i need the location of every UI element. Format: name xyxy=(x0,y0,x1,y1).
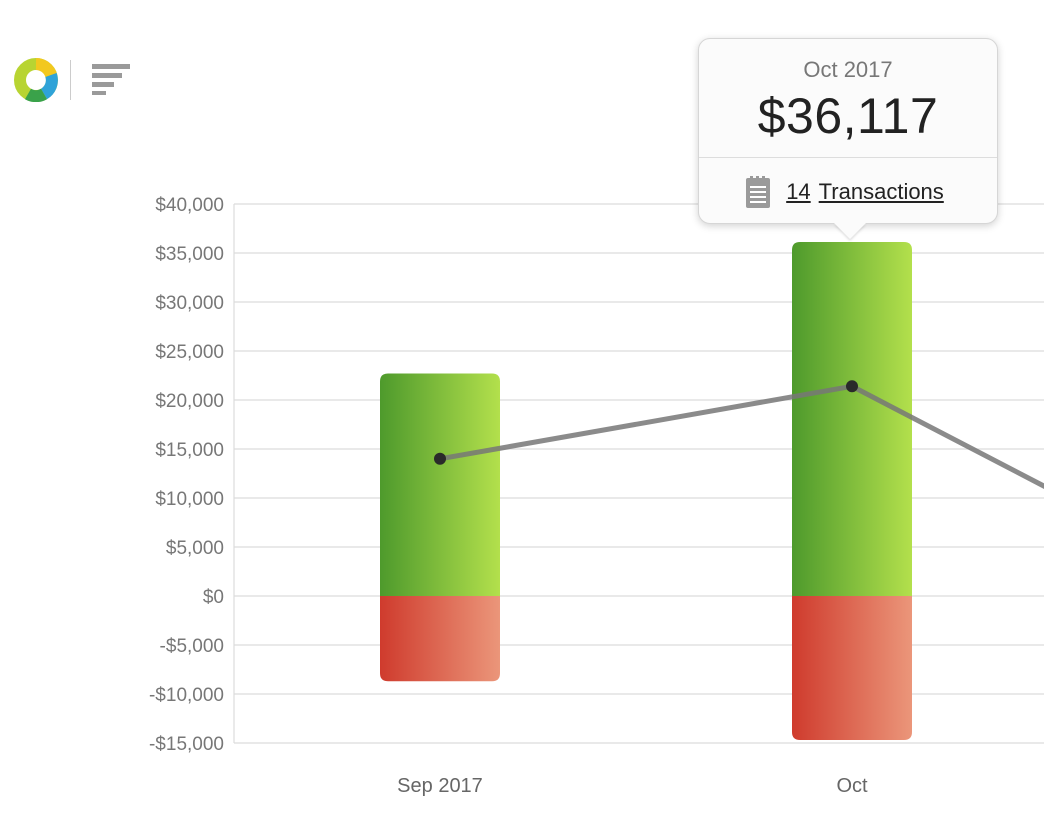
tooltip-divider xyxy=(699,157,997,158)
y-tick-label: $20,000 xyxy=(155,391,224,412)
y-tick-label: $0 xyxy=(203,587,224,608)
transactions-label: Transactions xyxy=(818,179,944,204)
bar-negative[interactable] xyxy=(380,596,500,682)
document-icon xyxy=(746,176,771,208)
y-tick-label: $40,000 xyxy=(155,195,224,216)
y-tick-label: $35,000 xyxy=(155,244,224,265)
tooltip-month: Oct 2017 xyxy=(803,57,893,82)
y-tick-label: $10,000 xyxy=(155,489,224,510)
y-tick-label: $15,000 xyxy=(155,440,224,461)
trend-point[interactable] xyxy=(434,452,446,465)
x-tick-label: Sep 2017 xyxy=(397,775,483,797)
transactions-text[interactable]: 14 Transactions xyxy=(786,179,952,205)
tooltip-arrow xyxy=(834,223,866,239)
y-tick-label: $5,000 xyxy=(166,538,224,559)
trend-line xyxy=(439,383,1044,489)
bar-negative[interactable] xyxy=(792,596,912,741)
x-tick-label: Oct xyxy=(836,775,868,797)
trend-point[interactable] xyxy=(846,380,858,393)
y-tick-label: $30,000 xyxy=(155,293,224,314)
y-tick-label: -$5,000 xyxy=(160,636,224,657)
transactions-link[interactable]: 14 Transactions xyxy=(699,175,997,209)
y-tick-label: -$15,000 xyxy=(149,734,224,755)
tooltip-amount: $36,117 xyxy=(757,88,939,144)
y-tick-label: -$10,000 xyxy=(149,685,224,706)
bar-positive[interactable] xyxy=(380,373,500,596)
transactions-count: 14 xyxy=(786,179,811,204)
bar-positive[interactable] xyxy=(792,242,912,596)
tooltip: Oct 2017 $36,117 14 Transactions xyxy=(698,38,998,224)
y-tick-label: $25,000 xyxy=(155,342,224,363)
